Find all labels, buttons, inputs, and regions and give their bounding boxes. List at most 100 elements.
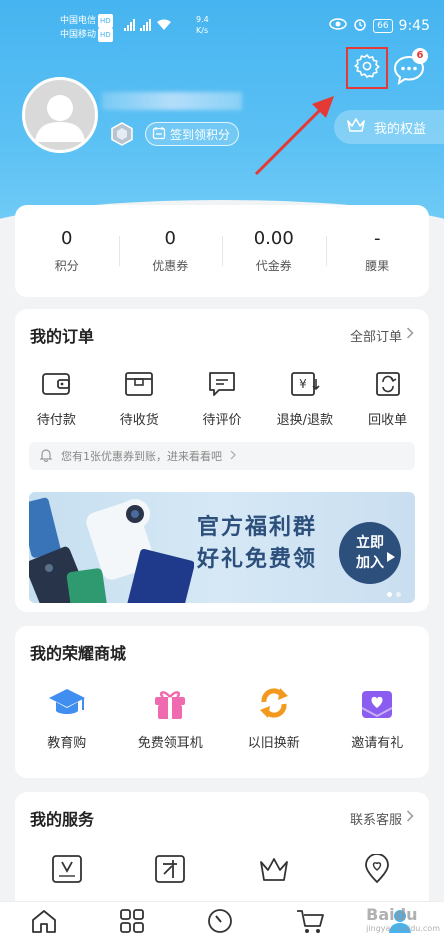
annotation-arrow xyxy=(250,90,340,184)
coupons-value: 0 xyxy=(164,228,176,249)
status-bar: 中国电信 HD 中国移动 HD 9.4 K/s 66 9:45 xyxy=(0,0,444,46)
order-refund[interactable]: ¥ 退换/退款 xyxy=(263,371,346,428)
banner-line-2: 好礼免费领 xyxy=(197,547,318,572)
points-label: 积分 xyxy=(54,259,79,273)
mall-item-label: 教育购 xyxy=(47,736,87,751)
order-pending-receipt[interactable]: 待收货 xyxy=(98,371,181,428)
checkin-button[interactable]: 签到领积分 xyxy=(145,122,240,146)
vouchers-label: 代金券 xyxy=(255,259,292,273)
assets-card: 0 积分 0 优惠券 0.00 代金券 - 腰果 xyxy=(15,205,429,297)
order-pending-review[interactable]: 待评价 xyxy=(181,371,264,428)
refund-icon: ¥ xyxy=(290,371,320,401)
mall-item-label: 邀请有礼 xyxy=(351,736,404,751)
video-membership-icon xyxy=(51,854,83,888)
exchange-icon xyxy=(254,686,294,724)
location-heart-icon xyxy=(361,853,393,888)
all-orders-label: 全部订单 xyxy=(349,329,402,345)
settings-button[interactable] xyxy=(346,47,388,89)
checkin-label: 签到领积分 xyxy=(170,127,231,142)
talent-icon xyxy=(154,854,186,888)
network-speed: 9.4 K/s xyxy=(196,14,209,36)
vouchers-stat[interactable]: 0.00 代金券 xyxy=(222,228,326,274)
trade-in[interactable]: 以旧换新 xyxy=(222,686,326,751)
coupon-notice[interactable]: 您有1张优惠券到账，进来看看吧 xyxy=(29,442,415,470)
vouchers-value: 0.00 xyxy=(253,228,294,249)
wallet-icon xyxy=(41,371,71,401)
free-earphones[interactable]: 免费领耳机 xyxy=(119,686,223,751)
join-now-button[interactable]: 立即 加入 xyxy=(339,522,401,584)
messages-button[interactable]: 6 xyxy=(390,48,430,86)
battery-icon: 66 xyxy=(373,19,393,33)
carrier-2: 中国移动 xyxy=(60,30,97,40)
order-item-label: 退换/退款 xyxy=(276,413,333,428)
join-line-2: 加入 xyxy=(356,555,384,571)
order-item-label: 待收货 xyxy=(119,413,159,428)
carrier-1: 中国电信 xyxy=(60,16,97,26)
discover-tab-icon[interactable] xyxy=(206,907,234,939)
message-count-badge: 6 xyxy=(412,48,428,64)
all-orders-link[interactable]: 全部订单 xyxy=(350,326,414,345)
cart-tab-icon[interactable] xyxy=(295,907,325,939)
points-stat[interactable]: 0 积分 xyxy=(15,228,119,274)
chevron-right-icon xyxy=(406,327,414,343)
education-purchase[interactable]: 教育购 xyxy=(15,686,119,751)
contact-service-link[interactable]: 联系客服 xyxy=(350,809,414,828)
mall-card: 我的荣耀商城 教育购 免费领耳机 以旧换新 邀请有礼 xyxy=(15,626,429,778)
points-value: 0 xyxy=(61,228,73,249)
calendar-icon xyxy=(152,126,166,143)
watermark-sub: jingyan.baidu.com xyxy=(366,924,440,933)
alarm-icon xyxy=(353,17,367,35)
cashew-value: - xyxy=(374,228,381,249)
chevron-right-icon xyxy=(406,810,414,826)
banner-title: 官方福利群 好礼免费领 xyxy=(197,512,317,576)
service-item-crown[interactable] xyxy=(222,854,326,888)
carousel-dot xyxy=(387,592,392,597)
my-rights-button[interactable]: 我的权益 xyxy=(334,110,444,144)
notice-text: 您有1张优惠券到账，进来看看吧 xyxy=(61,450,222,463)
category-tab-icon[interactable] xyxy=(119,908,145,938)
avatar[interactable] xyxy=(22,77,98,153)
order-item-label: 待付款 xyxy=(36,413,76,428)
services-title: 我的服务 xyxy=(30,810,95,829)
mall-item-label: 免费领耳机 xyxy=(137,736,203,751)
signal-icon xyxy=(124,18,190,35)
speed-value: 9.4 xyxy=(196,15,209,24)
gear-icon xyxy=(353,52,381,84)
service-item-location[interactable] xyxy=(326,853,430,888)
welfare-group-banner[interactable]: 官方福利群 好礼免费领 立即 加入 xyxy=(29,492,415,603)
crown-icon xyxy=(346,117,366,137)
home-tab-icon[interactable] xyxy=(30,908,58,938)
order-recycle[interactable]: 回收单 xyxy=(346,371,429,428)
coupons-stat[interactable]: 0 优惠券 xyxy=(118,228,223,274)
gift-icon xyxy=(150,686,190,724)
invite-gift[interactable]: 邀请有礼 xyxy=(326,686,430,751)
order-item-label: 回收单 xyxy=(368,413,408,428)
svg-text:¥: ¥ xyxy=(299,377,307,391)
member-level-icon[interactable] xyxy=(110,122,134,146)
service-item-talent[interactable] xyxy=(119,854,223,888)
play-triangle-icon xyxy=(387,548,395,568)
order-pending-payment[interactable]: 待付款 xyxy=(15,371,98,428)
default-user-icon xyxy=(35,95,85,142)
hd-badge: HD xyxy=(98,28,113,42)
speed-unit: K/s xyxy=(196,26,209,35)
banner-line-1: 官方福利群 xyxy=(197,515,318,540)
eye-icon xyxy=(329,18,347,34)
products-illustration xyxy=(29,497,194,603)
comment-icon xyxy=(207,371,237,401)
cashew-stat[interactable]: - 腰果 xyxy=(325,228,430,274)
username-blurred xyxy=(102,92,242,110)
carousel-dots xyxy=(387,592,401,597)
service-item-video[interactable] xyxy=(15,854,119,888)
crown-icon xyxy=(258,854,290,888)
contact-service-label: 联系客服 xyxy=(349,812,402,828)
join-line-1: 立即 xyxy=(356,535,384,551)
my-rights-label: 我的权益 xyxy=(374,121,427,137)
hd-badge: HD xyxy=(98,14,113,28)
baidu-watermark: Baidu jingyan.baidu.com xyxy=(366,905,440,933)
recycle-icon xyxy=(373,371,403,401)
watermark-text: Baidu xyxy=(366,905,418,924)
bell-icon xyxy=(39,448,53,465)
carousel-dot xyxy=(396,592,401,597)
order-item-label: 待评价 xyxy=(202,413,242,428)
